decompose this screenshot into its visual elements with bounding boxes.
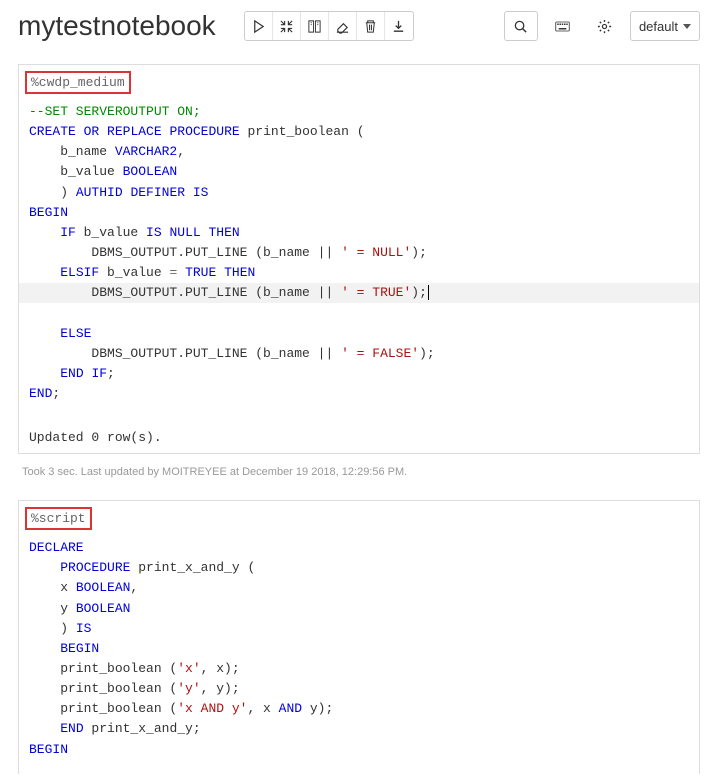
- run-toolbar: [244, 11, 414, 41]
- export-button[interactable]: [385, 12, 413, 40]
- book-icon: [307, 19, 322, 34]
- download-icon: [391, 19, 406, 34]
- paragraph-1: %cwdp_medium --SET SERVEROUTPUT ON; CREA…: [18, 64, 700, 454]
- eraser-icon: [335, 19, 350, 34]
- paragraph-status: Took 3 sec. Last updated by MOITREYEE at…: [0, 462, 718, 492]
- settings-button[interactable]: [588, 11, 622, 41]
- interpreter-binding-dropdown[interactable]: default: [630, 11, 700, 41]
- run-all-button[interactable]: [245, 12, 273, 40]
- paragraph-output: Updated 0 row(s).: [19, 418, 699, 453]
- chevron-down-icon: [683, 24, 691, 29]
- clear-output-button[interactable]: [329, 12, 357, 40]
- collapse-button[interactable]: [273, 12, 301, 40]
- collapse-icon: [279, 19, 294, 34]
- right-controls: default: [504, 11, 700, 41]
- notebook-title: mytestnotebook: [18, 10, 216, 42]
- delete-button[interactable]: [357, 12, 385, 40]
- search-button[interactable]: [504, 11, 538, 41]
- code-editor[interactable]: --SET SERVEROUTPUT ON; CREATE OR REPLACE…: [19, 100, 699, 418]
- code-editor[interactable]: DECLARE PROCEDURE print_x_and_y ( x BOOL…: [19, 536, 699, 774]
- notebook-header: mytestnotebook default: [0, 0, 718, 56]
- dropdown-label: default: [639, 19, 678, 34]
- trash-icon: [363, 19, 378, 34]
- clone-button[interactable]: [301, 12, 329, 40]
- keyboard-shortcuts-button[interactable]: [546, 11, 580, 41]
- gear-icon: [597, 19, 612, 34]
- interpreter-tag: %script: [25, 507, 92, 530]
- keyboard-icon: [555, 19, 570, 34]
- interpreter-tag: %cwdp_medium: [25, 71, 131, 94]
- search-icon: [513, 19, 528, 34]
- paragraph-2: %script DECLARE PROCEDURE print_x_and_y …: [18, 500, 700, 774]
- play-icon: [251, 19, 266, 34]
